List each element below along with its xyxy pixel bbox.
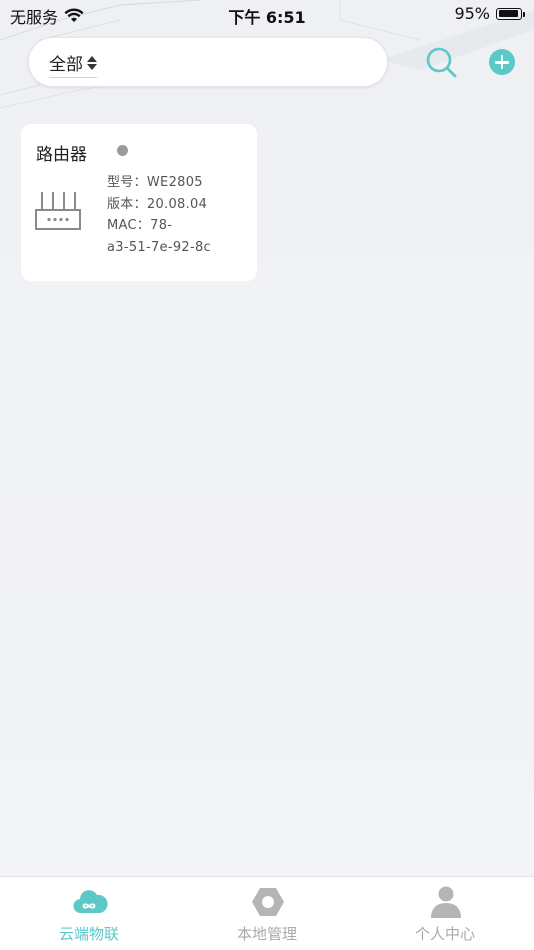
sort-arrows-icon xyxy=(87,55,97,70)
device-name: 路由器 xyxy=(36,145,87,165)
tab-local-management[interactable]: 本地管理 xyxy=(178,877,356,950)
hexagon-nut-icon xyxy=(252,888,284,916)
status-right: 95% xyxy=(454,4,525,23)
device-mac-line-2: a3-51-7e-92-8c xyxy=(107,239,211,255)
search-icon[interactable] xyxy=(425,46,457,78)
person-icon xyxy=(431,886,461,918)
tab-label: 云端物联 xyxy=(58,925,119,943)
battery-fill xyxy=(498,10,519,17)
device-info: 型号：WE2805 版本：20.08.04 MAC：78- a3-51-7e-9… xyxy=(107,172,211,258)
filter-bar: 全部 xyxy=(28,37,388,87)
battery-icon xyxy=(496,7,525,20)
status-bar: 无服务 下午 6:51 95% xyxy=(0,0,534,28)
cloud-icon xyxy=(73,890,108,914)
battery-percent: 95% xyxy=(454,4,490,23)
tab-bar: 云端物联 本地管理 个人中心 xyxy=(0,876,534,950)
tab-personal-center[interactable]: 个人中心 xyxy=(356,877,534,950)
tab-cloud-iot[interactable]: 云端物联 xyxy=(0,877,178,950)
filter-dropdown-value: 全部 xyxy=(49,55,83,75)
add-icon[interactable] xyxy=(489,49,515,75)
device-version: 版本：20.08.04 xyxy=(107,196,208,212)
device-status-dot xyxy=(117,145,128,156)
router-icon xyxy=(35,192,81,230)
device-card[interactable]: 路由器 型号：WE2805 版本：20.08.04 MAC：78- a3-51-… xyxy=(21,124,257,281)
tab-label: 个人中心 xyxy=(414,925,475,943)
tab-label: 本地管理 xyxy=(236,925,297,943)
device-mac-line-1: MAC：78- xyxy=(107,218,173,233)
device-model: 型号：WE2805 xyxy=(107,175,203,190)
filter-dropdown[interactable]: 全部 xyxy=(49,50,97,78)
